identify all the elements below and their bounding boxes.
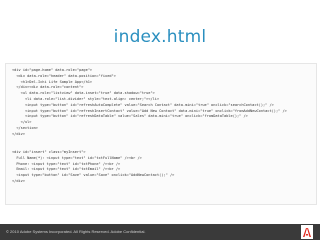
- code-panel: <div id="page-home" data-role="page"> <d…: [5, 63, 317, 205]
- code-line: </div>: [12, 178, 25, 183]
- adobe-logo-icon: [301, 225, 313, 239]
- code-line: <input type="button" id="refreshDataTabl…: [12, 114, 248, 119]
- copyright-text: © 2010 Adobe Systems Incorporated. All R…: [6, 229, 146, 234]
- code-block-page-home: <div id="page-home" data-role="page"> <d…: [12, 68, 287, 138]
- code-line: <input type="button" id="Save" value="Sa…: [12, 173, 175, 178]
- code-line: </div>: [12, 131, 25, 136]
- slide-title: index.html: [113, 27, 207, 47]
- code-line: <input type="button" id="refreshAutoComp…: [12, 102, 274, 107]
- code-block-insert: <div id="insert" class="myInsert"> Full …: [12, 150, 174, 185]
- slide-footer: © 2010 Adobe Systems Incorporated. All R…: [0, 224, 320, 240]
